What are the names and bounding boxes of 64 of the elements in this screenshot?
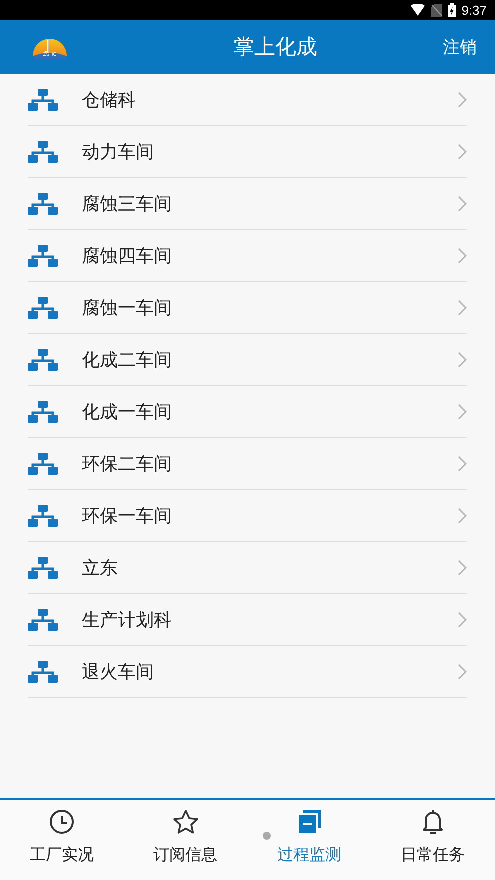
department-item[interactable]: 腐蚀一车间 <box>28 282 467 334</box>
chevron-right-icon <box>458 456 467 472</box>
department-name: 化成一车间 <box>82 400 173 424</box>
logout-link[interactable]: 注销 <box>443 36 477 58</box>
battery-icon <box>448 3 456 17</box>
status-time: 9:37 <box>462 2 487 18</box>
department-item[interactable]: 立东 <box>28 542 467 594</box>
nav-tab[interactable]: 工厂实况 <box>0 800 124 880</box>
chevron-right-icon <box>458 300 467 316</box>
windows-icon <box>296 809 322 835</box>
department-item[interactable]: 化成一车间 <box>28 386 467 438</box>
org-chart-icon <box>28 88 58 110</box>
chevron-right-icon <box>458 352 467 368</box>
department-item[interactable]: 生产计划科 <box>28 594 467 646</box>
department-name: 腐蚀一车间 <box>82 296 173 320</box>
clock-icon <box>48 809 75 835</box>
department-name: 化成二车间 <box>82 348 173 372</box>
logo-icon <box>32 36 68 60</box>
org-chart-icon <box>28 556 58 578</box>
org-chart-icon <box>28 244 58 266</box>
department-item[interactable]: 仓储科 <box>28 74 467 126</box>
department-name: 动力车间 <box>82 140 155 164</box>
org-chart-icon <box>28 296 58 318</box>
department-item[interactable]: 腐蚀四车间 <box>28 230 467 282</box>
department-item[interactable]: 化成二车间 <box>28 334 467 386</box>
department-name: 环保一车间 <box>82 504 173 528</box>
org-chart-icon <box>28 140 58 162</box>
org-chart-icon <box>28 452 58 474</box>
org-chart-icon <box>28 608 58 630</box>
chevron-right-icon <box>458 196 467 212</box>
chevron-right-icon <box>458 664 467 680</box>
department-item[interactable]: 腐蚀三车间 <box>28 178 467 230</box>
org-chart-icon <box>28 504 58 526</box>
star-icon <box>172 809 200 835</box>
department-name: 生产计划科 <box>82 608 173 632</box>
nav-tab[interactable]: 过程监测 <box>248 800 372 880</box>
department-name: 仓储科 <box>82 88 137 112</box>
bell-icon <box>421 809 446 835</box>
org-chart-icon <box>28 348 58 370</box>
department-name: 立东 <box>82 556 119 580</box>
chevron-right-icon <box>458 560 467 576</box>
department-item[interactable]: 环保一车间 <box>28 490 467 542</box>
nav-tab[interactable]: 订阅信息 <box>124 800 248 880</box>
department-name: 腐蚀四车间 <box>82 244 173 268</box>
department-name: 腐蚀三车间 <box>82 192 173 216</box>
chevron-right-icon <box>458 144 467 160</box>
wifi-icon <box>410 4 425 16</box>
nav-tab[interactable]: 日常任务 <box>371 800 495 880</box>
department-name: 环保二车间 <box>82 452 173 476</box>
org-chart-icon <box>28 660 58 682</box>
department-name: 退火车间 <box>82 660 155 684</box>
chevron-right-icon <box>458 92 467 108</box>
department-item[interactable]: 环保二车间 <box>28 438 467 490</box>
chevron-right-icon <box>458 248 467 264</box>
app-title: 掌上化成 <box>232 35 318 61</box>
chevron-right-icon <box>458 404 467 420</box>
department-item[interactable]: 动力车间 <box>28 126 467 178</box>
chevron-right-icon <box>458 508 467 524</box>
department-item[interactable]: 退火车间 <box>28 646 467 698</box>
chevron-right-icon <box>458 612 467 628</box>
page-indicator-dot <box>263 832 271 840</box>
org-chart-icon <box>28 192 58 214</box>
org-chart-icon <box>28 400 58 422</box>
no-sim-icon <box>430 4 442 16</box>
